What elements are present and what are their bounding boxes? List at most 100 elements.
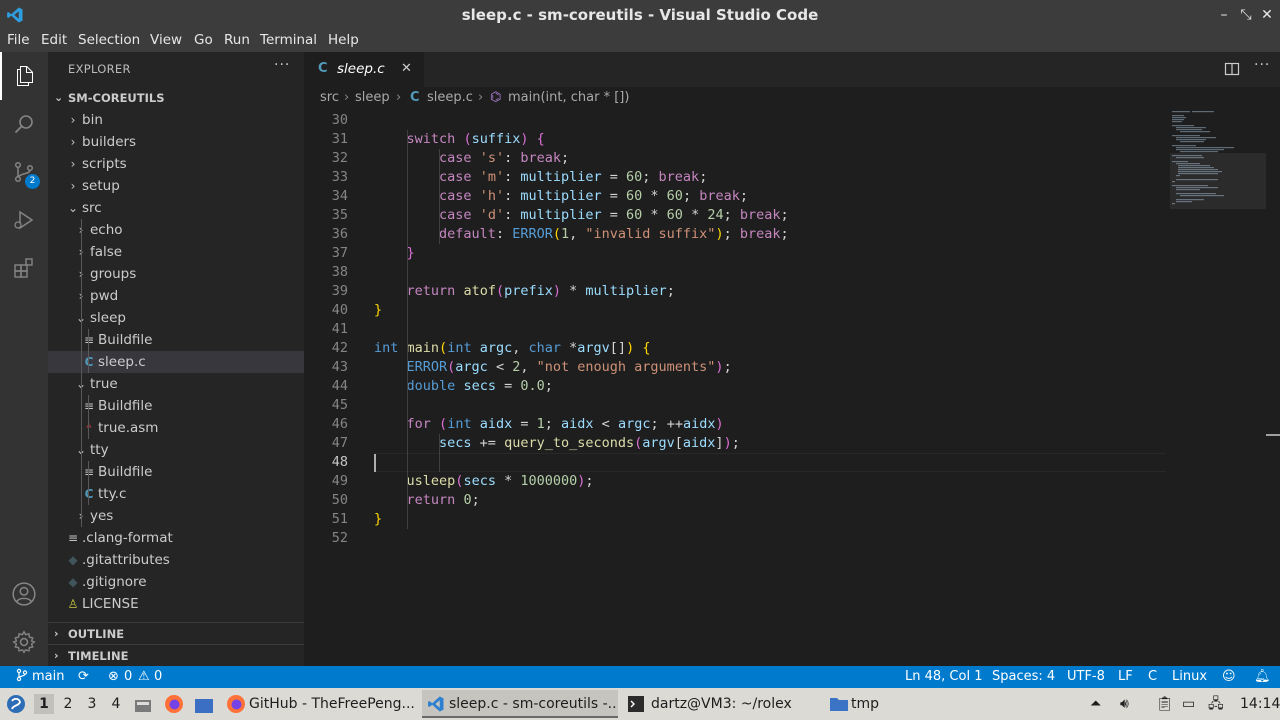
tree-folder[interactable]: ›yes [48,505,304,527]
breadcrumb-sleep[interactable]: sleep [355,90,390,105]
minimap[interactable] [1170,109,1266,219]
code-line[interactable]: double secs = 0.0; [374,377,553,396]
explorer-activity[interactable] [0,52,48,100]
tab-sleep-c[interactable]: C sleep.c ✕ [304,52,424,87]
tree-file[interactable]: ≡ Buildfile [48,395,304,417]
editor-more-actions-button[interactable]: ··· [1254,57,1270,73]
workspace-2[interactable]: 2 [58,694,78,714]
start-menu-icon[interactable] [6,694,26,714]
minimize-button[interactable]: – [1214,5,1234,25]
language-mode[interactable]: C [1148,666,1157,688]
workspace-3[interactable]: 3 [82,694,102,714]
code-editor[interactable]: 30 31 switch (suffix) {32 case 's': break… [304,109,1280,666]
branch-label[interactable]: main [32,666,64,688]
maximize-button[interactable]: ⤡ [1236,5,1256,25]
code-line[interactable]: default: ERROR(1, "invalid suffix"); bre… [374,225,789,244]
code-line[interactable]: int main(int argc, char *argv[]) { [374,339,650,358]
sync-icon[interactable]: ⟳ [78,666,89,688]
tree-file[interactable]: ≡ .clang-format [48,527,304,549]
tree-file[interactable]: ◆ .gitignore [48,571,304,593]
cursor-position[interactable]: Ln 48, Col 1 [905,666,982,688]
menu-run[interactable]: Run [224,30,250,52]
tree-file[interactable]: Ctty.c [48,483,304,505]
manage-activity[interactable] [0,618,48,666]
workspace-root[interactable]: ⌄ SM-COREUTILS [48,87,304,109]
code-line[interactable]: } [374,244,415,263]
tree-folder[interactable]: › scripts [48,153,304,175]
desktop-launcher-icon[interactable] [194,695,214,713]
feedback-icon[interactable]: ☺ [1222,666,1236,688]
menu-view[interactable]: View [150,30,182,52]
menu-help[interactable]: Help [328,30,359,52]
tree-folder[interactable]: ›groups [48,263,304,285]
firefox-launcher-icon[interactable] [164,694,184,714]
workspace-1[interactable]: 1 [34,694,54,714]
code-line[interactable]: return atof(prefix) * multiplier; [374,282,675,301]
timeline-section[interactable]: › TIMELINE [48,644,304,666]
breadcrumb-file[interactable]: sleep.c [427,90,473,105]
breadcrumb-symbol[interactable]: main(int, char * []) [508,90,629,105]
file-manager-launcher-icon[interactable] [134,695,152,713]
tree-folder[interactable]: ›pwd [48,285,304,307]
tree-file[interactable]: ≡ Buildfile [48,461,304,483]
split-editor-icon[interactable] [1224,61,1240,77]
tree-file[interactable]: ♙ LICENSE [48,593,304,615]
workspace-4[interactable]: 4 [106,694,126,714]
code-line[interactable]: } [374,301,382,320]
clock[interactable]: 14:14 [1240,688,1280,720]
code-line[interactable]: secs += query_to_seconds(argv[aidx]); [374,434,740,453]
code-line[interactable]: return 0; [374,491,480,510]
tree-folder[interactable]: ›false [48,241,304,263]
code-line[interactable]: } [374,510,382,529]
warning-count[interactable]: 0 [154,666,162,688]
encoding[interactable]: UTF-8 [1067,666,1105,688]
menu-go[interactable]: Go [194,30,213,52]
code-line[interactable]: case 's': break; [374,149,569,168]
code-line[interactable]: switch (suffix) { [374,130,545,149]
end-of-line[interactable]: LF [1118,666,1133,688]
error-count[interactable]: 0 [124,666,132,688]
tree-file[interactable]: ◆ .gitattributes [48,549,304,571]
source-control-activity[interactable]: 2 [0,148,48,196]
code-line[interactable]: case 'm': multiplier = 60; break; [374,168,707,187]
tree-folder[interactable]: › builders [48,131,304,153]
platform[interactable]: Linux [1172,666,1207,688]
tree-folder[interactable]: ⌄sleep [48,307,304,329]
clipboard-icon[interactable]: 📋︎ [1156,688,1174,720]
outline-section[interactable]: › OUTLINE [48,622,304,644]
close-window-button[interactable]: ✕ [1257,5,1277,25]
breadcrumb-src[interactable]: src [320,90,339,105]
tree-folder[interactable]: ⌄true [48,373,304,395]
menu-selection[interactable]: Selection [78,30,140,52]
code-line[interactable]: ERROR(argc < 2, "not enough arguments"); [374,358,732,377]
more-actions-button[interactable]: ··· [274,57,290,73]
tree-folder[interactable]: ⌄tty [48,439,304,461]
task-terminal[interactable]: dartz@VM3: ~/rolex [622,690,818,718]
task-firefox[interactable]: GitHub - TheFreePeng... [222,690,418,718]
tab-close-button[interactable]: ✕ [401,61,412,76]
tree-file[interactable]: Csleep.c [48,351,304,373]
menu-terminal[interactable]: Terminal [260,30,317,52]
code-line[interactable]: case 'h': multiplier = 60 * 60; break; [374,187,748,206]
run-debug-activity[interactable] [0,196,48,244]
task-vscode[interactable]: sleep.c - sm-coreutils -... [422,690,618,718]
code-line[interactable]: for (int aidx = 1; aidx < argc; ++aidx) [374,415,724,434]
tree-folder[interactable]: › bin [48,109,304,131]
menu-file[interactable]: File [7,30,30,52]
tree-folder[interactable]: ›echo [48,219,304,241]
tree-file[interactable]: ᴬtrue.asm [48,417,304,439]
search-activity[interactable] [0,100,48,148]
tree-folder[interactable]: ⌄ src [48,197,304,219]
tree-folder[interactable]: › setup [48,175,304,197]
code-line[interactable]: case 'd': multiplier = 60 * 60 * 24; bre… [374,206,789,225]
volume-icon[interactable]: 🔊︎ [1120,688,1129,720]
network-icon[interactable]: 🖧︎ [1208,688,1224,720]
battery-icon[interactable]: ▭ [1182,688,1195,720]
extensions-activity[interactable] [0,244,48,292]
tray-up-icon[interactable]: ⏶ [1090,688,1101,720]
tree-file[interactable]: ≡ Buildfile [48,329,304,351]
bell-icon[interactable]: 🔔︎ [1254,666,1271,688]
menu-edit[interactable]: Edit [41,30,67,52]
accounts-activity[interactable] [0,570,48,618]
task-folder[interactable]: tmp [824,690,964,718]
